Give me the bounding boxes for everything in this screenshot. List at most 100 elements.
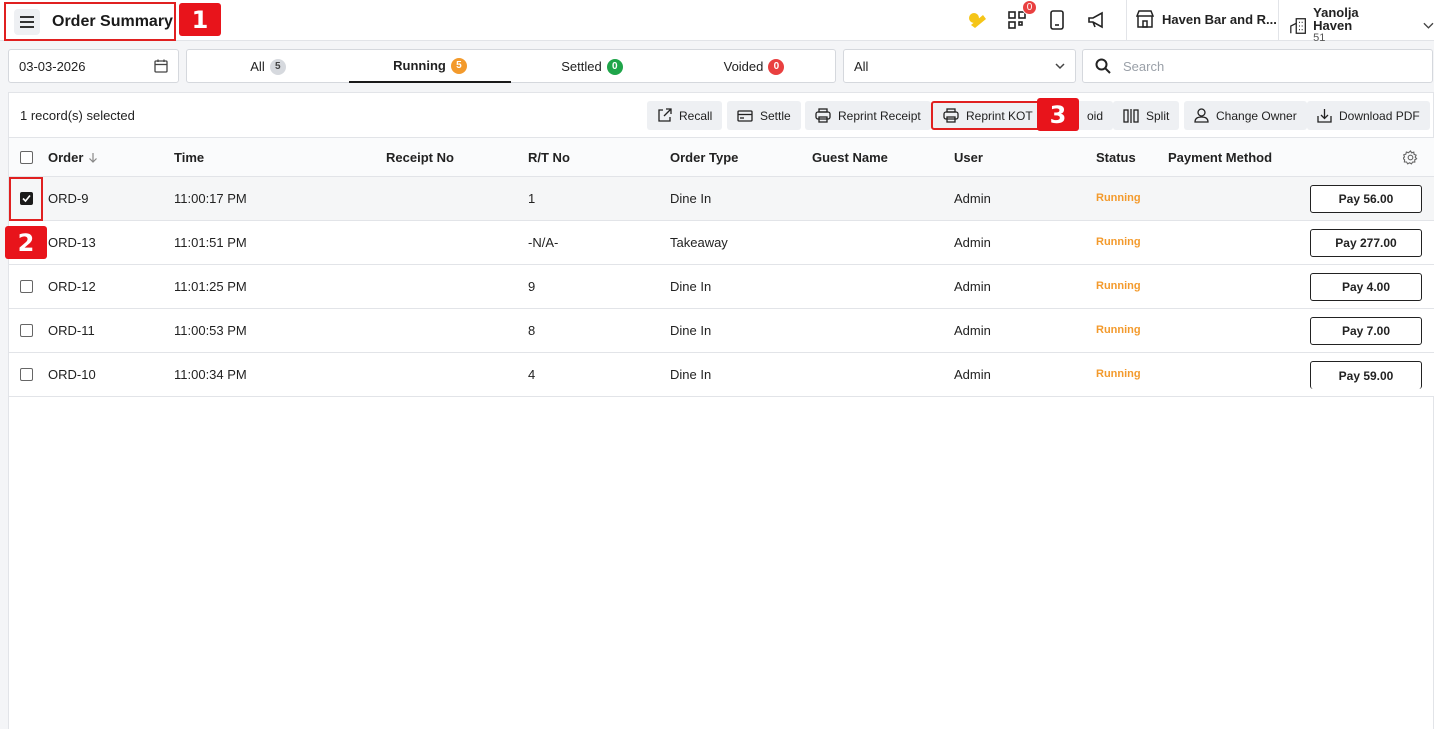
reprint-kot-button[interactable]: Reprint KOT <box>931 101 1045 130</box>
tab-label: Voided <box>723 59 764 74</box>
count-badge: 0 <box>606 58 623 75</box>
order-user: Admin <box>954 191 991 206</box>
column-receipt-no: Receipt No <box>386 150 454 165</box>
external-link-icon <box>658 108 672 122</box>
page-title: Order Summary <box>52 12 173 30</box>
order-id: ORD-10 <box>48 367 96 382</box>
status-badge: Running <box>1096 368 1141 380</box>
row-checkbox[interactable] <box>20 324 33 337</box>
calendar-icon <box>154 59 168 73</box>
download-pdf-button[interactable]: Download PDF <box>1307 101 1430 130</box>
rt-no: 8 <box>528 323 536 338</box>
column-order[interactable]: Order <box>48 150 83 165</box>
search-icon <box>1095 58 1111 74</box>
order-time: 11:00:53 PM <box>174 323 247 338</box>
recall-button[interactable]: Recall <box>647 101 723 130</box>
count-badge: 5 <box>269 58 286 75</box>
status-badge: Running <box>1096 324 1141 336</box>
callout-3: 3 <box>1037 98 1079 131</box>
column-order-type: Order Type <box>670 150 739 165</box>
title-highlight: Order Summary <box>4 2 176 41</box>
split-icon <box>1123 108 1139 123</box>
button-label: Reprint Receipt <box>838 108 921 123</box>
tab-voided[interactable]: Voided 0 <box>673 50 835 83</box>
column-payment-method: Payment Method <box>1168 150 1273 165</box>
pay-button[interactable]: Pay 277.00 <box>1310 229 1422 257</box>
reprint-receipt-button[interactable]: Reprint Receipt <box>805 101 931 130</box>
change-owner-button[interactable]: Change Owner <box>1184 101 1307 130</box>
order-time: 11:00:34 PM <box>174 367 247 382</box>
select-all-checkbox[interactable] <box>20 151 33 164</box>
order-user: Admin <box>954 235 991 250</box>
settings-gear-icon[interactable] <box>1403 150 1418 165</box>
account-name: Yanolja Haven <box>1313 5 1359 33</box>
megaphone-icon[interactable] <box>1085 9 1109 31</box>
order-type: Dine In <box>670 279 712 294</box>
tab-label: All <box>250 59 265 74</box>
column-status: Status <box>1096 150 1136 165</box>
column-guest-name: Guest Name <box>812 150 888 165</box>
store-name: Haven Bar and R... <box>1162 11 1277 27</box>
order-time: 11:01:51 PM <box>174 235 247 250</box>
table-row[interactable]: ORD-12 11:01:25 PM 9 Dine In Admin Runni… <box>9 265 1434 309</box>
count-badge: 5 <box>450 57 467 74</box>
search-box <box>1082 49 1433 83</box>
account-selector[interactable]: Yanolja Haven 51 <box>1289 6 1434 45</box>
weather-icon[interactable] <box>965 9 989 31</box>
order-user: Admin <box>954 367 991 382</box>
button-label: Recall <box>679 108 713 123</box>
rt-no: -N/A- <box>528 235 559 250</box>
table-row[interactable]: ORD-13 11:01:51 PM -N/A- Takeaway Admin … <box>9 221 1434 265</box>
pay-button[interactable]: Pay 4.00 <box>1310 273 1422 301</box>
sort-down-icon[interactable] <box>88 152 98 163</box>
order-time: 11:00:17 PM <box>174 191 247 206</box>
tablet-icon[interactable] <box>1045 9 1069 31</box>
search-input[interactable] <box>1123 58 1403 74</box>
table-header: Order Time Receipt No R/T No Order Type … <box>9 137 1434 177</box>
qr-code-icon[interactable]: 0 <box>1005 0 1037 31</box>
download-icon <box>1317 109 1332 123</box>
table-row[interactable]: ORD-10 11:00:34 PM 4 Dine In Admin Runni… <box>9 353 1434 397</box>
tab-all[interactable]: All 5 <box>187 50 349 83</box>
status-badge: Running <box>1096 236 1141 248</box>
rt-no: 9 <box>528 279 536 294</box>
table-row[interactable]: ORD-11 11:00:53 PM 8 Dine In Admin Runni… <box>9 309 1434 353</box>
tab-settled[interactable]: Settled 0 <box>511 50 673 83</box>
orders-panel: 1 record(s) selected Recall Settle Repri… <box>8 92 1434 729</box>
column-user: User <box>954 150 983 165</box>
order-id: ORD-13 <box>48 235 96 250</box>
rt-no: 1 <box>528 191 536 206</box>
order-type: Dine In <box>670 367 712 382</box>
button-label: Settle <box>760 108 791 123</box>
button-label: Download PDF <box>1339 108 1420 123</box>
order-type: Dine In <box>670 323 712 338</box>
card-icon <box>737 109 753 122</box>
chevron-down-icon <box>1055 62 1065 69</box>
count-badge: 0 <box>768 58 785 75</box>
settle-button[interactable]: Settle <box>727 101 801 130</box>
menu-icon[interactable] <box>14 8 40 35</box>
date-value: 03-03-2026 <box>19 58 86 74</box>
row-checkbox[interactable] <box>20 368 33 381</box>
order-id: ORD-12 <box>48 279 96 294</box>
callout-1: 1 <box>179 3 221 36</box>
order-user: Admin <box>954 323 991 338</box>
button-label: Change Owner <box>1216 108 1297 123</box>
notification-badge: 0 <box>1022 0 1037 15</box>
printer-icon <box>815 108 831 123</box>
printer-icon <box>943 108 959 123</box>
order-time: 11:01:25 PM <box>174 279 247 294</box>
pay-button[interactable]: Pay 56.00 <box>1310 185 1422 213</box>
date-picker[interactable]: 03-03-2026 <box>8 49 179 83</box>
order-type-select[interactable]: All <box>843 49 1076 83</box>
chevron-down-icon <box>1423 22 1434 29</box>
column-time: Time <box>174 150 205 165</box>
store-selector[interactable]: Haven Bar and R... <box>1136 10 1277 28</box>
pay-button[interactable]: Pay 7.00 <box>1310 317 1422 345</box>
table-row[interactable]: ORD-9 11:00:17 PM 1 Dine In Admin Runnin… <box>9 177 1434 221</box>
tab-running[interactable]: Running 5 <box>349 50 511 83</box>
row-checkbox[interactable] <box>20 280 33 293</box>
split-button[interactable]: Split <box>1113 101 1180 130</box>
user-icon <box>1194 108 1209 123</box>
pay-button[interactable]: Pay 59.00 <box>1310 361 1422 389</box>
